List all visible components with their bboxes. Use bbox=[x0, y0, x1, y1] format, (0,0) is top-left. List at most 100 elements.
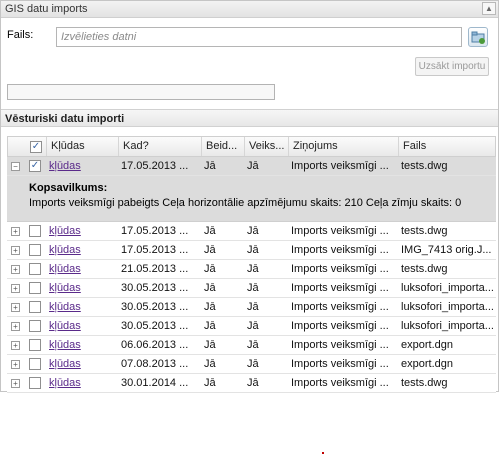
summary-title: Kopsavilkums: bbox=[29, 182, 108, 194]
cell-file: IMG_7413 orig.J... bbox=[401, 244, 492, 256]
cell-file: luksofori_importa... bbox=[401, 320, 494, 332]
row-checkbox[interactable] bbox=[29, 263, 41, 275]
row-checkbox[interactable] bbox=[29, 244, 41, 256]
file-input[interactable]: Izvēlieties datni bbox=[56, 27, 462, 47]
import-progress-bar bbox=[7, 84, 275, 100]
errors-link[interactable]: kļūdas bbox=[49, 160, 81, 172]
grid-header: ✓ Kļūdas Kad? Beid... Veiks... Ziņojums … bbox=[7, 136, 496, 157]
cell-finished: Jā bbox=[204, 282, 216, 294]
table-row[interactable]: + kļūdas 21.05.2013 ... Jā Jā Imports ve… bbox=[7, 260, 496, 279]
plus-box-icon[interactable]: + bbox=[11, 246, 20, 255]
row-checkbox[interactable] bbox=[29, 358, 41, 370]
table-row[interactable]: + kļūdas 06.06.2013 ... Jā Jā Imports ve… bbox=[7, 336, 496, 355]
cell-when: 17.05.2013 ... bbox=[121, 244, 189, 256]
cell-success: Jā bbox=[247, 320, 259, 332]
cell-message: Imports veiksmīgi ... bbox=[291, 263, 389, 275]
errors-link[interactable]: kļūdas bbox=[49, 320, 81, 332]
cell-when: 17.05.2013 ... bbox=[121, 160, 189, 172]
plus-box-icon[interactable]: + bbox=[11, 227, 20, 236]
minus-box-icon[interactable]: − bbox=[11, 162, 20, 171]
cell-success: Jā bbox=[247, 358, 259, 370]
collapse-panel-icon[interactable]: ▲ bbox=[482, 2, 496, 15]
cursor-dot bbox=[322, 452, 324, 454]
cell-success: Jā bbox=[247, 339, 259, 351]
table-row[interactable]: + kļūdas 30.05.2013 ... Jā Jā Imports ve… bbox=[7, 317, 496, 336]
history-section-title: Vēsturiski datu importi bbox=[1, 109, 498, 127]
cell-finished: Jā bbox=[204, 358, 216, 370]
table-row[interactable]: + kļūdas 30.05.2013 ... Jā Jā Imports ve… bbox=[7, 279, 496, 298]
cell-message: Imports veiksmīgi ... bbox=[291, 225, 389, 237]
cell-message: Imports veiksmīgi ... bbox=[291, 160, 389, 172]
file-row: Fails: Izvēlieties datni bbox=[1, 27, 498, 51]
plus-box-icon[interactable]: + bbox=[11, 341, 20, 350]
errors-link[interactable]: kļūdas bbox=[49, 244, 81, 256]
plus-box-icon[interactable]: + bbox=[11, 322, 20, 331]
table-row[interactable]: + kļūdas 17.05.2013 ... Jā Jā Imports ve… bbox=[7, 222, 496, 241]
column-header-errors[interactable]: Kļūdas bbox=[46, 137, 118, 156]
table-row[interactable]: + kļūdas 17.05.2013 ... Jā Jā Imports ve… bbox=[7, 241, 496, 260]
column-header-when[interactable]: Kad? bbox=[118, 137, 201, 156]
row-checkbox[interactable] bbox=[29, 377, 41, 389]
row-checkbox[interactable] bbox=[29, 339, 41, 351]
column-header-file[interactable]: Fails bbox=[398, 137, 495, 156]
table-row-expanded[interactable]: − ✓ kļūdas 17.05.2013 ... Jā Jā Imports … bbox=[7, 157, 496, 176]
cell-success: Jā bbox=[247, 225, 259, 237]
summary-text: Imports veiksmīgi pabeigts Ceļa horizont… bbox=[29, 197, 462, 209]
row-checkbox[interactable] bbox=[29, 301, 41, 313]
select-all-checkbox[interactable]: ✓ bbox=[30, 141, 42, 153]
cell-when: 17.05.2013 ... bbox=[121, 225, 189, 237]
table-row[interactable]: + kļūdas 30.01.2014 ... Jā Jā Imports ve… bbox=[7, 374, 496, 393]
errors-link[interactable]: kļūdas bbox=[49, 377, 81, 389]
cell-finished: Jā bbox=[204, 244, 216, 256]
table-row[interactable]: + kļūdas 30.05.2013 ... Jā Jā Imports ve… bbox=[7, 298, 496, 317]
file-label: Fails: bbox=[7, 29, 34, 41]
cell-finished: Jā bbox=[204, 263, 216, 275]
cell-finished: Jā bbox=[204, 339, 216, 351]
errors-link[interactable]: kļūdas bbox=[49, 339, 81, 351]
row-checkbox[interactable] bbox=[29, 320, 41, 332]
panel-titlebar: GIS datu imports ▲ bbox=[1, 1, 498, 18]
errors-link[interactable]: kļūdas bbox=[49, 301, 81, 313]
folder-browse-icon[interactable] bbox=[468, 27, 488, 47]
cell-file: export.dgn bbox=[401, 339, 453, 351]
cell-when: 30.05.2013 ... bbox=[121, 320, 189, 332]
cell-when: 07.08.2013 ... bbox=[121, 358, 189, 370]
start-import-button[interactable]: Uzsākt importu bbox=[415, 57, 489, 76]
cell-success: Jā bbox=[247, 301, 259, 313]
row-checkbox[interactable] bbox=[29, 225, 41, 237]
grid-rows: + kļūdas 17.05.2013 ... Jā Jā Imports ve… bbox=[7, 222, 496, 393]
cell-finished: Jā bbox=[204, 301, 216, 313]
cell-message: Imports veiksmīgi ... bbox=[291, 339, 389, 351]
cell-finished: Jā bbox=[204, 377, 216, 389]
cell-file: tests.dwg bbox=[401, 225, 448, 237]
cell-file: luksofori_importa... bbox=[401, 282, 494, 294]
plus-box-icon[interactable]: + bbox=[11, 303, 20, 312]
cell-message: Imports veiksmīgi ... bbox=[291, 282, 389, 294]
cell-finished: Jā bbox=[204, 320, 216, 332]
row-checkbox[interactable]: ✓ bbox=[29, 160, 41, 172]
cell-when: 06.06.2013 ... bbox=[121, 339, 189, 351]
column-header-message[interactable]: Ziņojums bbox=[288, 137, 398, 156]
plus-box-icon[interactable]: + bbox=[11, 265, 20, 274]
column-header-success[interactable]: Veiks... bbox=[244, 137, 288, 156]
cell-when: 21.05.2013 ... bbox=[121, 263, 189, 275]
errors-link[interactable]: kļūdas bbox=[49, 282, 81, 294]
plus-box-icon[interactable]: + bbox=[11, 284, 20, 293]
errors-link[interactable]: kļūdas bbox=[49, 358, 81, 370]
row-checkbox[interactable] bbox=[29, 282, 41, 294]
cell-message: Imports veiksmīgi ... bbox=[291, 244, 389, 256]
cell-file: tests.dwg bbox=[401, 377, 448, 389]
plus-box-icon[interactable]: + bbox=[11, 379, 20, 388]
column-header-finished[interactable]: Beid... bbox=[201, 137, 244, 156]
cell-message: Imports veiksmīgi ... bbox=[291, 320, 389, 332]
cell-file: export.dgn bbox=[401, 358, 453, 370]
table-row[interactable]: + kļūdas 07.08.2013 ... Jā Jā Imports ve… bbox=[7, 355, 496, 374]
row-detail-summary: Kopsavilkums: Imports veiksmīgi pabeigts… bbox=[7, 176, 496, 222]
gis-import-panel: GIS datu imports ▲ Fails: Izvēlieties da… bbox=[0, 0, 499, 393]
plus-box-icon[interactable]: + bbox=[11, 360, 20, 369]
cell-finished: Jā bbox=[204, 160, 216, 172]
cell-file: tests.dwg bbox=[401, 263, 448, 275]
errors-link[interactable]: kļūdas bbox=[49, 263, 81, 275]
errors-link[interactable]: kļūdas bbox=[49, 225, 81, 237]
cell-finished: Jā bbox=[204, 225, 216, 237]
